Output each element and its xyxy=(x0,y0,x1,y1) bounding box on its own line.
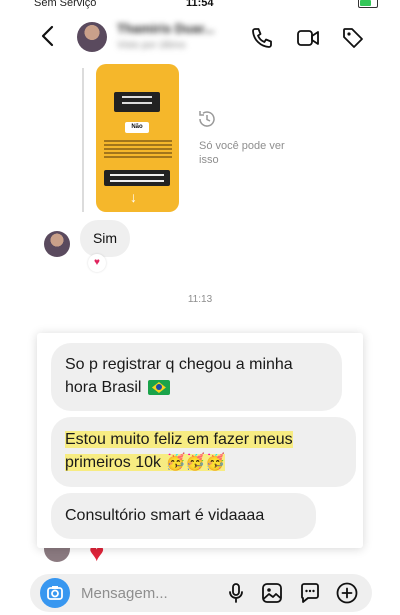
expired-story-note: Só você pode ver isso xyxy=(199,140,285,166)
message-bubble[interactable]: Sim xyxy=(80,220,130,257)
sticker-icon[interactable] xyxy=(298,581,322,605)
message-composer: Mensagem... xyxy=(30,574,372,612)
back-icon[interactable] xyxy=(38,24,58,48)
selected-messages-card: So p registrar q chegou a minha hora Bra… xyxy=(37,333,363,548)
carrier-label: Sem Serviço xyxy=(34,0,97,9)
clock-label: 11:54 xyxy=(186,0,214,9)
reply-indicator-line xyxy=(82,68,84,212)
camera-button[interactable] xyxy=(40,578,70,608)
chat-header: Thamiris Duar... Visto por último xyxy=(0,14,400,64)
status-bar: Sem Serviço 11:54 xyxy=(0,0,400,12)
gallery-icon[interactable] xyxy=(260,581,284,605)
story-preview[interactable]: Não ↓ xyxy=(96,64,179,212)
sender-avatar[interactable] xyxy=(44,231,70,257)
contact-status: Visto por último xyxy=(117,40,186,50)
tag-icon[interactable] xyxy=(341,26,365,50)
plus-icon[interactable] xyxy=(335,581,359,605)
arrow-down-icon: ↓ xyxy=(130,189,137,205)
camera-icon xyxy=(47,586,63,600)
highlighted-message-text: Estou muito feliz em fazer meus primeiro… xyxy=(65,431,293,471)
mic-icon[interactable] xyxy=(224,581,248,605)
message-bubble[interactable]: Consultório smart é vidaaaa xyxy=(51,493,316,539)
video-icon[interactable] xyxy=(296,26,320,50)
phone-icon[interactable] xyxy=(250,26,274,50)
message-text: So p registrar q chegou a minha hora Bra… xyxy=(65,356,293,396)
party-face-emojis: 🥳🥳🥳 xyxy=(165,454,226,471)
heart-reaction-icon[interactable]: ♥ xyxy=(88,254,106,272)
contact-name[interactable]: Thamiris Duar... xyxy=(117,21,235,35)
contact-avatar[interactable] xyxy=(77,22,107,52)
message-bubble[interactable]: Estou muito feliz em fazer meus primeiro… xyxy=(51,417,356,487)
story-badge: Não xyxy=(125,122,149,133)
expired-story-icon xyxy=(199,111,215,127)
message-bubble[interactable]: So p registrar q chegou a minha hora Bra… xyxy=(51,343,342,411)
battery-icon xyxy=(358,0,378,8)
message-input[interactable]: Mensagem... xyxy=(81,585,168,602)
timestamp-separator: 11:13 xyxy=(187,294,213,305)
brazil-flag-icon xyxy=(147,380,170,395)
